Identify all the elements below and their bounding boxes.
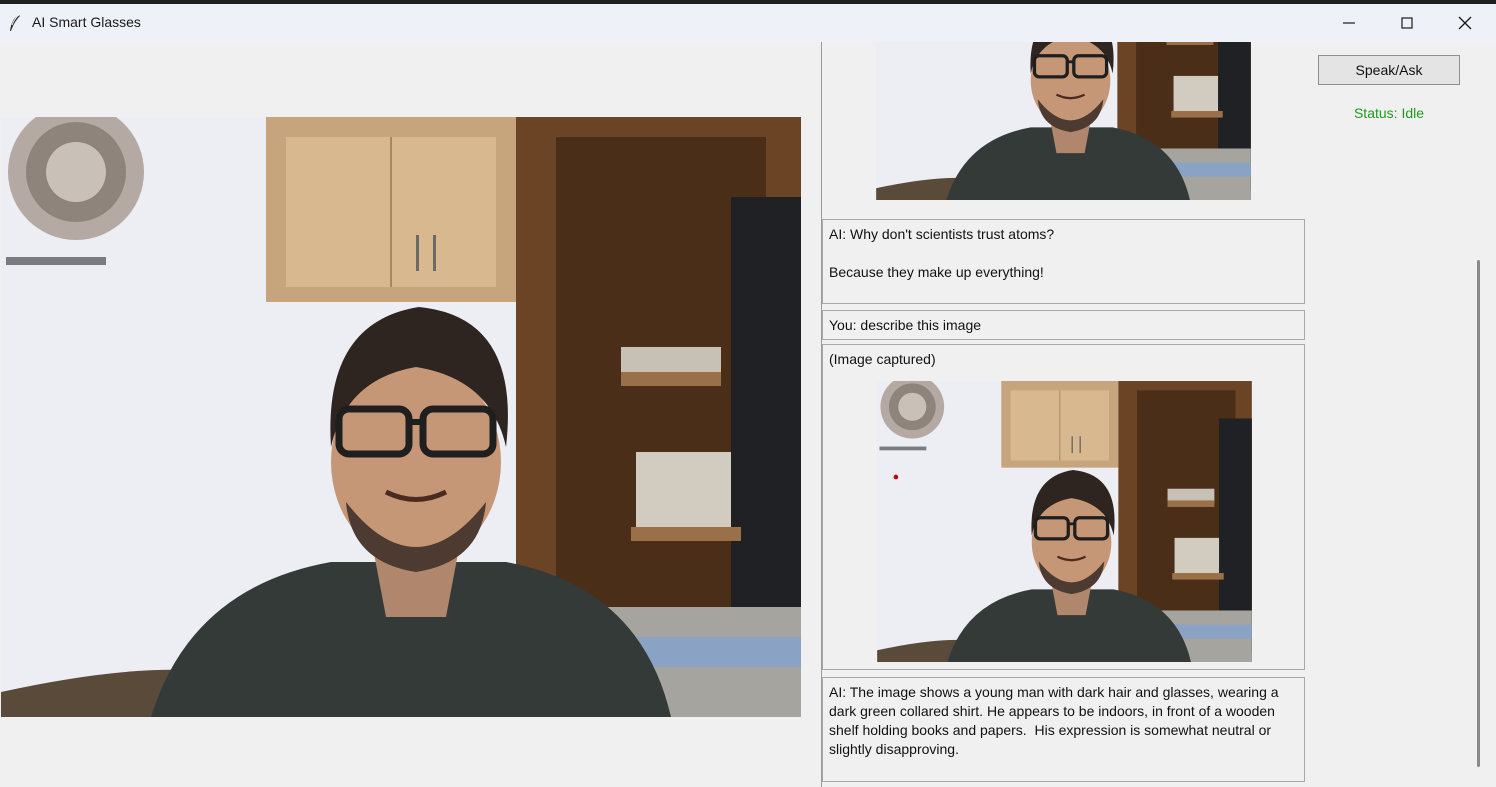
ai-message-text: AI: Why don't scientists trust atoms? Be… bbox=[829, 226, 1055, 280]
app-window: AI Smart Glasses AI: Why don't scientist… bbox=[0, 4, 1496, 787]
close-button[interactable] bbox=[1436, 4, 1494, 42]
ai-message: AI: Why don't scientists trust atoms? Be… bbox=[822, 219, 1305, 304]
ai-message: AI: The image shows a young man with dar… bbox=[822, 677, 1305, 782]
feather-icon bbox=[8, 14, 22, 32]
speak-ask-button[interactable]: Speak/Ask bbox=[1318, 55, 1460, 85]
user-message: You: describe this image bbox=[822, 310, 1305, 340]
chat-log[interactable]: AI: Why don't scientists trust atoms? Be… bbox=[821, 42, 1307, 787]
image-captured-label: (Image captured) bbox=[829, 351, 936, 367]
captured-image-thumbnail bbox=[876, 42, 1251, 200]
ai-message-text: AI: The image shows a young man with dar… bbox=[829, 684, 1283, 757]
status-label: Status: Idle bbox=[1353, 105, 1425, 121]
maximize-icon bbox=[1401, 17, 1413, 29]
captured-image-thumbnail bbox=[877, 381, 1252, 662]
main-content: AI: Why don't scientists trust atoms? Be… bbox=[0, 42, 1496, 787]
window-title: AI Smart Glasses bbox=[32, 14, 141, 30]
scrollbar-thumb[interactable] bbox=[1477, 260, 1480, 767]
chat-scrollbar[interactable] bbox=[1472, 42, 1486, 787]
minimize-button[interactable] bbox=[1320, 4, 1378, 42]
camera-feed bbox=[1, 117, 801, 717]
close-icon bbox=[1458, 16, 1472, 30]
title-bar: AI Smart Glasses bbox=[0, 4, 1496, 42]
minimize-icon bbox=[1343, 22, 1355, 24]
image-capture-message: (Image captured) bbox=[822, 344, 1305, 670]
user-message-text: You: describe this image bbox=[829, 317, 982, 333]
maximize-button[interactable] bbox=[1378, 4, 1436, 42]
